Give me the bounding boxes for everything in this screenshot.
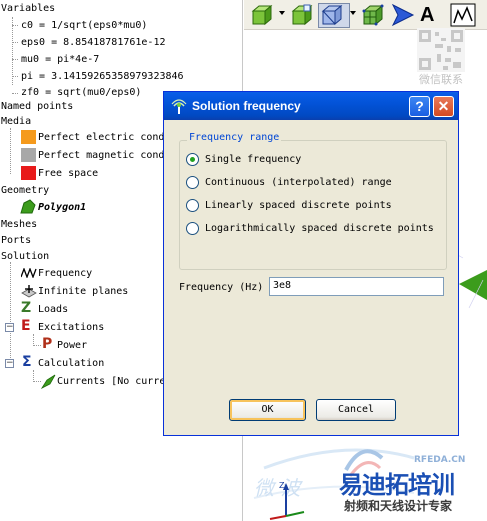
tree-meshes[interactable]: Meshes <box>1 216 37 233</box>
frequency-input[interactable]: 3e8 <box>269 277 444 296</box>
tree-media-pmc[interactable]: Perfect magnetic cond <box>38 147 164 164</box>
mesh-cube-icon[interactable] <box>361 3 385 27</box>
infinite-planes-icon <box>21 285 37 298</box>
power-icon: P <box>42 336 53 352</box>
tree-variable-c0[interactable]: c0 = 1/sqrt(eps0*mu0) <box>21 17 147 34</box>
logo-main-text: 易迪拓培训 <box>339 471 455 499</box>
ok-button[interactable]: OK <box>229 399 306 421</box>
pointer-arrow-icon[interactable] <box>391 3 415 27</box>
view-toolbar: A <box>244 0 487 30</box>
annotation-text-icon[interactable]: A <box>420 3 442 27</box>
currents-icon <box>41 374 56 389</box>
tree-solution-infinite-planes[interactable]: Infinite planes <box>38 283 128 300</box>
tree-calculation-currents[interactable]: Currents [No curre <box>57 373 165 390</box>
tree-solution-header[interactable]: Solution <box>1 248 49 265</box>
excitations-icon: E <box>21 318 31 334</box>
frequency-label: Frequency (Hz) <box>179 282 264 293</box>
help-button[interactable]: ? <box>409 96 430 117</box>
tree-excitations[interactable]: Excitations <box>38 319 104 336</box>
tree-variables-header[interactable]: Variables <box>1 0 55 17</box>
calculation-sigma-icon: Σ <box>22 354 32 370</box>
tree-media-pec[interactable]: Perfect electric cond <box>38 129 164 146</box>
qr-caption: 微信联系 <box>419 73 463 86</box>
graph-icon[interactable] <box>450 3 476 27</box>
tree-variable-eps0[interactable]: eps0 = 8.85418781761e-12 <box>21 34 166 51</box>
axes-triad: Z <box>269 481 305 520</box>
pmc-color-swatch <box>21 148 36 162</box>
free-space-color-swatch <box>21 166 36 180</box>
tree-calculation[interactable]: Calculation <box>38 355 104 372</box>
qr-code-image <box>417 28 465 72</box>
cube-face-icon[interactable] <box>289 3 315 27</box>
tree-variable-pi[interactable]: pi = 3.14159265358979323846 <box>21 68 184 85</box>
continuous-range-label[interactable]: Continuous (interpolated) range <box>205 176 392 189</box>
continuous-range-radio[interactable] <box>186 176 199 189</box>
excitations-collapse-icon[interactable]: − <box>5 323 14 332</box>
single-frequency-radio[interactable] <box>186 153 199 166</box>
tree-ports[interactable]: Ports <box>1 232 31 249</box>
tree-variable-mu0[interactable]: mu0 = pi*4e-7 <box>21 51 99 68</box>
tree-media-free-space[interactable]: Free space <box>38 165 98 182</box>
wireframe-cube-icon <box>321 4 343 26</box>
log-points-radio[interactable] <box>186 222 199 235</box>
tree-geometry-header[interactable]: Geometry <box>1 182 49 199</box>
tree-excitation-power[interactable]: Power <box>57 337 87 354</box>
svg-text:Z: Z <box>279 481 285 490</box>
dialog-title: Solution frequency <box>192 99 301 113</box>
tree-media-header[interactable]: Media <box>1 113 31 130</box>
chevron-down-icon[interactable] <box>350 11 356 15</box>
wireframe-cube-button[interactable] <box>318 3 350 28</box>
dialog-body: Frequency range Single frequency Continu… <box>167 120 455 433</box>
tree-solution-frequency[interactable]: Frequency <box>38 265 92 282</box>
logo-sub-text: 射频和天线设计专家 <box>344 499 453 513</box>
solution-frequency-dialog: Solution frequency ? ✕ Frequency range S… <box>163 91 459 436</box>
frequency-wave-icon <box>21 268 37 278</box>
single-frequency-label[interactable]: Single frequency <box>205 153 301 166</box>
cancel-button[interactable]: Cancel <box>316 399 396 421</box>
polygon-icon <box>20 199 36 214</box>
antenna-app-icon <box>171 99 187 114</box>
linear-points-label[interactable]: Linearly spaced discrete points <box>205 199 392 212</box>
pec-color-swatch <box>21 130 36 144</box>
frequency-range-title: Frequency range <box>187 132 282 143</box>
chevron-down-icon[interactable] <box>279 11 285 15</box>
dialog-titlebar[interactable]: Solution frequency ? ✕ <box>164 92 458 120</box>
tree-geometry-polygon1[interactable]: Polygon1 <box>38 199 86 216</box>
calculation-collapse-icon[interactable]: − <box>5 359 14 368</box>
linear-points-radio[interactable] <box>186 199 199 212</box>
tree-solution-loads[interactable]: Loads <box>38 301 68 318</box>
tree-connector <box>12 17 13 85</box>
close-button[interactable]: ✕ <box>433 96 454 117</box>
solid-cube-icon[interactable] <box>249 3 275 27</box>
log-points-label[interactable]: Logarithmically spaced discrete points <box>205 222 434 235</box>
loads-icon: Z <box>21 300 32 316</box>
logo-top-text: RFEDA.CN <box>414 455 466 465</box>
